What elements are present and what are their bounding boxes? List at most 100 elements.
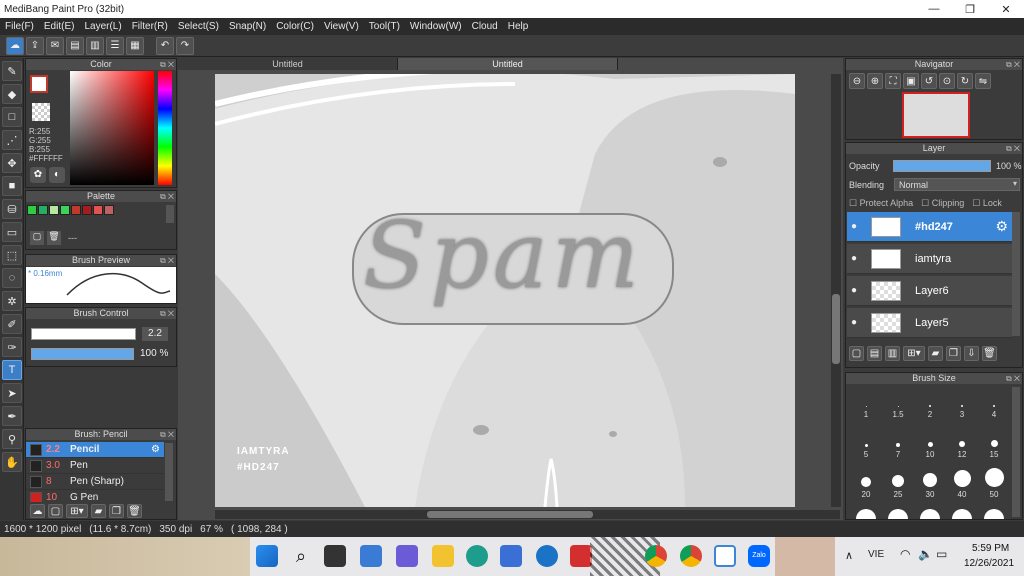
widgets-icon[interactable] [360, 545, 382, 567]
color-picker-field[interactable] [70, 71, 154, 185]
note-icon[interactable]: ▤ [66, 36, 84, 55]
comment-icon[interactable]: ✉ [46, 36, 64, 55]
menu-layer[interactable]: Layer(L) [79, 21, 126, 32]
palette-swatch[interactable] [60, 205, 70, 215]
brush-size-preset[interactable]: 2 [914, 387, 946, 419]
eraser-tool-icon[interactable]: ◆ [2, 84, 22, 104]
add-layer-menu-icon[interactable]: ⊞▾ [903, 346, 925, 361]
tab-untitled-1[interactable]: Untitled [178, 58, 398, 70]
menu-snap[interactable]: Snap(N) [224, 21, 271, 32]
clock-date[interactable]: 12/26/2021 [964, 558, 1014, 569]
cloud-icon[interactable]: ☁ [6, 36, 24, 55]
share-icon[interactable]: ⇪ [26, 36, 44, 55]
layer-folder-icon[interactable]: ▰ [928, 346, 943, 361]
language-indicator[interactable]: VIE [868, 549, 884, 560]
clock-time[interactable]: 5:59 PM [972, 543, 1009, 554]
text-tool-icon[interactable]: T [2, 360, 22, 380]
brush-size-preset[interactable]: 5 [850, 427, 882, 459]
panel-controls-icon[interactable]: ⧉ ✕ [1006, 59, 1020, 70]
horizontal-scrollbar[interactable] [215, 510, 840, 519]
edge-icon[interactable] [466, 545, 488, 567]
medibang-icon[interactable] [714, 545, 736, 567]
hand-tool-icon[interactable]: ✋ [2, 452, 22, 472]
dot-tool-icon[interactable]: ⋰ [2, 130, 22, 150]
duplicate-icon[interactable]: ❐ [109, 504, 124, 518]
layer-opacity-slider[interactable] [893, 160, 991, 172]
drawing-canvas[interactable]: Spam IAMTYRA #HD247 [215, 74, 795, 507]
task-view-icon[interactable] [324, 545, 346, 567]
panel-controls-icon[interactable]: ⧉ ✕ [160, 255, 174, 266]
video-app-icon[interactable] [570, 545, 592, 567]
duplicate-layer-icon[interactable]: ❐ [946, 346, 961, 361]
new-layer-icon[interactable]: ▢ [849, 346, 864, 361]
page-icon[interactable]: ▥ [86, 36, 104, 55]
brush-size-preset[interactable]: 50 [978, 467, 1010, 499]
fill-rect-tool-icon[interactable]: ■ [2, 176, 22, 196]
palette-swatch[interactable] [93, 205, 103, 215]
brush-size-preset[interactable]: 1.5 [882, 387, 914, 419]
gear-icon[interactable]: ⚙ [995, 218, 1008, 235]
minimize-button[interactable]: — [916, 0, 952, 18]
color-set-icon[interactable]: ◐ [49, 167, 65, 183]
clipping-checkbox[interactable]: ☐ Clipping [921, 198, 964, 209]
select-eraser-tool-icon[interactable]: ✑ [2, 337, 22, 357]
select-pen-tool-icon[interactable]: ✐ [2, 314, 22, 334]
brush-size-preset[interactable]: 4 [978, 387, 1010, 419]
menu-file[interactable]: File(F) [0, 21, 39, 32]
undo-icon[interactable]: ↶ [156, 36, 174, 55]
menu-cloud[interactable]: Cloud [467, 21, 503, 32]
brush-opacity-slider[interactable] [31, 348, 134, 360]
fit-icon[interactable]: ⛶ [885, 73, 901, 89]
chrome-profile-icon[interactable] [680, 545, 702, 567]
brush-list-scrollbar[interactable] [165, 443, 173, 501]
chrome-icon[interactable] [645, 545, 667, 567]
layer-row[interactable]: ● Layer5 [847, 308, 1012, 338]
flip-icon[interactable]: ⇋ [975, 73, 991, 89]
vertical-scroll-thumb[interactable] [832, 294, 840, 364]
eyedropper-tool-icon[interactable]: ⚲ [2, 429, 22, 449]
brush-size-scrollbar[interactable] [1012, 387, 1020, 517]
bucket-tool-icon[interactable]: ⛁ [2, 199, 22, 219]
delete-layer-icon[interactable]: 🗑 [982, 346, 997, 361]
operation-tool-icon[interactable]: ➤ [2, 383, 22, 403]
color-wheel-icon[interactable]: ✿ [30, 167, 46, 183]
maximize-button[interactable]: ❐ [952, 0, 988, 18]
panel-controls-icon[interactable]: ⧉ ✕ [160, 308, 174, 319]
magic-wand-tool-icon[interactable]: ✲ [2, 291, 22, 311]
list-icon[interactable]: ☰ [106, 36, 124, 55]
chat-icon[interactable] [396, 545, 418, 567]
horizontal-scroll-thumb[interactable] [427, 511, 593, 518]
palette-scrollbar[interactable] [166, 205, 174, 223]
start-icon[interactable] [256, 545, 278, 567]
menu-filter[interactable]: Filter(R) [127, 21, 173, 32]
lasso-tool-icon[interactable]: ◌ [2, 268, 22, 288]
palette-swatch[interactable] [49, 205, 59, 215]
menu-view[interactable]: View(V) [319, 21, 364, 32]
layer-row[interactable]: ● Layer6 [847, 276, 1012, 306]
brush-size-preset[interactable]: 7 [882, 427, 914, 459]
brush-size-dot[interactable] [984, 509, 1004, 519]
folder-icon[interactable]: ▰ [91, 504, 106, 518]
menu-edit[interactable]: Edit(E) [39, 21, 80, 32]
new-brush-icon[interactable]: ▢ [48, 504, 63, 518]
volume-icon[interactable]: 🔈 [918, 547, 933, 561]
menu-select[interactable]: Select(S) [173, 21, 224, 32]
move-tool-icon[interactable]: ✥ [2, 153, 22, 173]
merge-layer-icon[interactable]: ⇩ [964, 346, 979, 361]
brush-size-dot[interactable] [888, 509, 908, 519]
tray-overflow-icon[interactable]: ∧ [845, 549, 853, 562]
brush-size-preset[interactable]: 30 [914, 467, 946, 499]
rotate-right-icon[interactable]: ↻ [957, 73, 973, 89]
divide-tool-icon[interactable]: ✒ [2, 406, 22, 426]
panel-controls-icon[interactable]: ⧉ ✕ [1006, 373, 1020, 384]
rotate-left-icon[interactable]: ↺ [921, 73, 937, 89]
app-icon[interactable] [536, 545, 558, 567]
brush-size-preset[interactable]: 1 [850, 387, 882, 419]
tab-untitled-2[interactable]: Untitled [398, 58, 618, 70]
redo-icon[interactable]: ↷ [176, 36, 194, 55]
navigator-preview[interactable] [902, 92, 970, 138]
panel-controls-icon[interactable]: ⧉ ✕ [160, 191, 174, 202]
zoom-out-icon[interactable]: ⊖ [849, 73, 865, 89]
rotate-reset-icon[interactable]: ⊙ [939, 73, 955, 89]
lock-checkbox[interactable]: ☐ Lock [972, 198, 1002, 209]
